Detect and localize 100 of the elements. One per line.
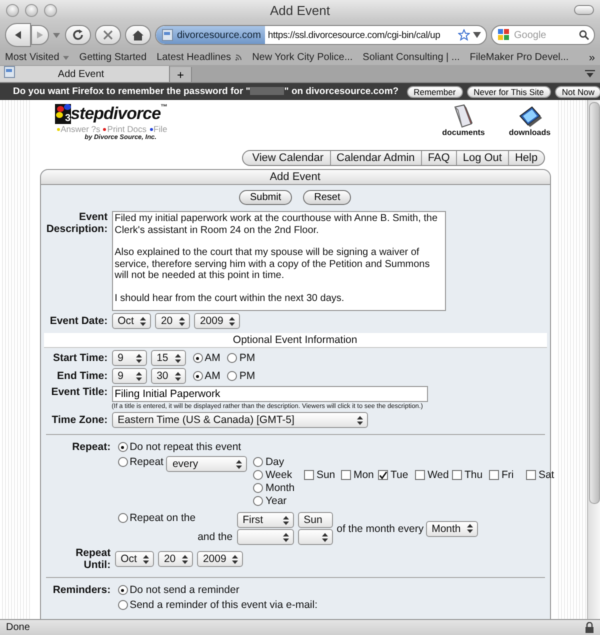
nav-link[interactable]: FAQ: [420, 151, 456, 165]
radio-label: Year: [265, 495, 287, 507]
dropdown[interactable]: every: [166, 456, 248, 472]
nav-link[interactable]: Log Out: [456, 151, 508, 165]
dropdown-caret-icon[interactable]: [473, 32, 481, 38]
dropdown[interactable]: 9: [112, 368, 147, 384]
dropdown[interactable]: 2009: [194, 313, 240, 329]
dropdown[interactable]: [236, 529, 294, 545]
zoom-window-button[interactable]: [44, 4, 57, 16]
radio-button[interactable]: [192, 371, 203, 381]
checkbox[interactable]: [489, 470, 500, 480]
form-button[interactable]: Reset: [303, 190, 352, 205]
feed-icon: [235, 54, 242, 61]
updown-arrows-icon: [322, 532, 328, 542]
radio-button[interactable]: [227, 353, 238, 363]
radio-button[interactable]: [227, 371, 238, 381]
toolbar-toggle-button[interactable]: [574, 5, 594, 15]
dropdown[interactable]: Sun: [298, 512, 333, 528]
dropdown[interactable]: Oct: [112, 313, 151, 329]
bookmark-link[interactable]: FileMaker Pro Devel...: [470, 52, 569, 63]
updown-arrows-icon: [466, 524, 473, 533]
radio-button[interactable]: [118, 457, 128, 467]
nav-link[interactable]: Calendar Admin: [330, 151, 421, 165]
nav-link[interactable]: Help: [508, 151, 544, 165]
dropdown[interactable]: 30: [150, 368, 186, 384]
field-label: of the month every: [336, 522, 424, 534]
star-icon[interactable]: [458, 29, 470, 41]
title-field[interactable]: Filing Initial Paperwork: [112, 386, 428, 402]
bookmark-link[interactable]: Getting Started: [79, 52, 147, 63]
form-button[interactable]: Submit: [238, 190, 292, 205]
overflow-chevron[interactable]: »: [588, 52, 595, 64]
checkbox[interactable]: [452, 470, 462, 480]
radio-button[interactable]: [118, 513, 128, 523]
checkbox-label: Sun: [316, 469, 336, 481]
search-icon[interactable]: [579, 30, 589, 40]
padlock-icon: [585, 622, 594, 633]
radio-button[interactable]: [118, 442, 128, 452]
notification-button[interactable]: Not Now: [554, 86, 600, 98]
house-icon: [132, 30, 144, 40]
logo-mark: 3: [54, 104, 71, 124]
dropdown[interactable]: First: [236, 512, 294, 528]
dropdown[interactable]: 15: [150, 350, 186, 366]
shortcut-link[interactable]: downloads: [508, 100, 551, 137]
radio-label: Do not repeat this event: [130, 441, 242, 453]
checkbox-label: Sat: [538, 469, 554, 481]
new-tab-button[interactable]: +: [170, 67, 192, 82]
updown-arrows-icon: [282, 532, 289, 542]
radio-button[interactable]: [253, 470, 264, 480]
bookmark-link[interactable]: Latest Headlines: [156, 52, 232, 63]
tagline-text: Answer ?s: [60, 124, 100, 134]
description-field[interactable]: Filed my initial paperwork work at the courthouse with Anne B. Smith, the Clerk's assistant in Room 24 on the 2nd Floor. Also explained to the court that my spouse will be signing a waiver of service, therefore serving him with a copy of the Petition and Summons will not be needed at this point in time. I should hear from the court within the next 30 days.: [112, 211, 446, 311]
radio-button[interactable]: [253, 496, 264, 506]
dropdown[interactable]: [298, 529, 333, 545]
checkbox[interactable]: [526, 470, 536, 480]
reload-icon: [72, 29, 84, 41]
notification-button[interactable]: Never for This Site: [466, 86, 551, 98]
site-identity-button[interactable]: divorcesource.com: [156, 26, 265, 44]
dropdown[interactable]: 2009: [196, 551, 244, 567]
radio-button[interactable]: [253, 457, 264, 467]
dropdown[interactable]: 9: [112, 350, 147, 366]
back-button[interactable]: [5, 23, 31, 47]
radio-button[interactable]: [192, 353, 203, 363]
radio-button[interactable]: [118, 600, 128, 610]
updown-arrows-icon: [136, 354, 142, 362]
radio-button[interactable]: [253, 483, 264, 493]
dropdown[interactable]: Oct: [114, 551, 154, 567]
scrollbar[interactable]: [587, 100, 600, 619]
stop-button[interactable]: [95, 25, 121, 45]
bookmark-link[interactable]: Soliant Consulting | ...: [362, 52, 460, 63]
address-bar[interactable]: divorcesource.com https://ssl.divorcesource.com/cgi-bin/cal/up: [155, 25, 487, 45]
updown-arrows-icon: [142, 554, 149, 564]
shortcut-link[interactable]: documents: [442, 100, 485, 137]
checkbox[interactable]: [378, 470, 388, 480]
dropdown[interactable]: Month: [426, 520, 478, 536]
dropdown[interactable]: 20: [158, 551, 193, 567]
close-window-button[interactable]: [6, 4, 19, 16]
checkbox[interactable]: [341, 470, 352, 480]
checkbox-label: Wed: [427, 469, 449, 481]
dropdown[interactable]: Eastern Time (US & Canada) [GMT-5]: [112, 412, 368, 428]
home-button[interactable]: [125, 25, 151, 45]
page-icon: [162, 29, 173, 41]
search-engine-icon[interactable]: [497, 28, 511, 42]
bookmark-menu[interactable]: Most Visited: [5, 52, 60, 63]
field-label: Repeat Until:: [74, 547, 111, 571]
bookmark-link[interactable]: New York City Police...: [252, 52, 353, 63]
notification-button[interactable]: Remember: [406, 86, 463, 98]
checkbox[interactable]: [304, 470, 314, 480]
nav-link[interactable]: View Calendar: [243, 151, 330, 165]
updown-arrows-icon: [232, 554, 238, 564]
dropdown[interactable]: 20: [154, 313, 190, 329]
field-label: Repeat:: [71, 441, 111, 453]
reload-button[interactable]: [65, 25, 91, 45]
checkbox[interactable]: [415, 470, 426, 480]
browser-tab[interactable]: Add Event: [0, 66, 170, 82]
minimize-window-button[interactable]: [25, 4, 38, 16]
tab-list-icon[interactable]: [585, 70, 595, 78]
section-heading: Optional Event Information: [44, 333, 547, 348]
updown-arrows-icon: [174, 372, 181, 380]
radio-button[interactable]: [118, 585, 128, 595]
close-icon: [103, 30, 113, 40]
